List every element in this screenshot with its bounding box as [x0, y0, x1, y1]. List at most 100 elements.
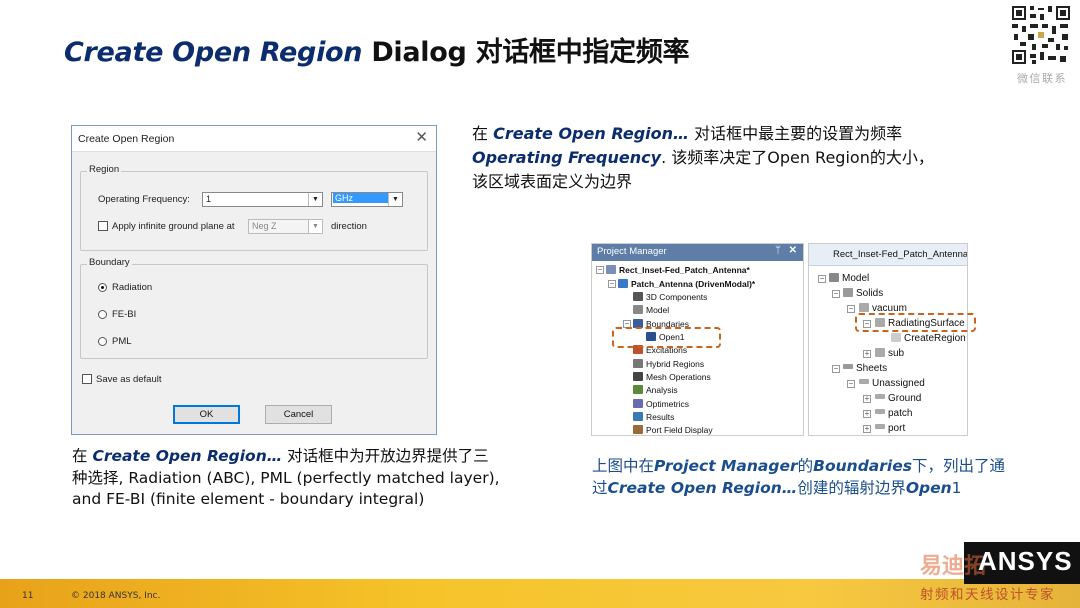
text-right-p3: 的 [797, 457, 814, 475]
text-left-p1: 在 [72, 447, 93, 465]
tree-item-port[interactable]: port [875, 422, 905, 435]
tree-item-optimetrics[interactable]: Optimetrics [633, 398, 689, 411]
ok-button[interactable]: OK [173, 405, 240, 424]
model-tree-panel: Rect_Inset-Fed_Patch_Antenna − Model − S… [808, 243, 968, 436]
tree-item-patch[interactable]: patch [875, 407, 912, 421]
cancel-button[interactable]: Cancel [265, 405, 332, 424]
tree-item-model-root[interactable]: Model [829, 272, 869, 286]
tree-item-label: Model [646, 305, 670, 315]
tree-item-label: Hybrid Regions [646, 359, 705, 369]
tree-item-label: Patch_Antenna (DrivenModal)* [631, 279, 756, 289]
chevron-down-icon[interactable]: ▼ [388, 193, 402, 206]
expand-icon[interactable]: + [863, 395, 871, 403]
tree-item-unassigned[interactable]: Unassigned [859, 377, 925, 391]
direction-label: direction [331, 221, 367, 232]
tree-item-label: Port Field Display [646, 425, 713, 435]
tree-item-label: Sheets [856, 363, 888, 374]
boundary-group-label: Boundary [87, 257, 132, 268]
tree-item-model[interactable]: Model [633, 304, 669, 317]
project-manager-title: Project Manager [597, 246, 667, 257]
collapse-icon[interactable]: − [596, 266, 604, 274]
expand-icon[interactable]: + [863, 350, 871, 358]
project-icon [606, 265, 616, 274]
collapse-icon[interactable]: − [608, 280, 616, 288]
text-left-p2: Create Open Region… [92, 447, 283, 465]
text-right-p8: Open [905, 479, 952, 497]
pin-icon[interactable]: ᛘ [775, 245, 781, 256]
frequency-input[interactable]: 1 ▼ [202, 192, 323, 207]
tree-item-label: Optimetrics [646, 399, 689, 409]
tree-item-analysis[interactable]: Analysis [633, 384, 678, 397]
tree-item-label: Analysis [646, 385, 678, 395]
model-icon [633, 305, 643, 314]
tree-item-label: Model [842, 273, 870, 284]
tree-item-label: CreateRegion [904, 333, 966, 344]
tree-item-3d-components[interactable]: 3D Components [633, 291, 707, 304]
tree-item-results[interactable]: Results [633, 411, 674, 424]
radiation-radio[interactable] [98, 283, 107, 292]
region-group-label: Region [87, 164, 122, 175]
tree-item-sub[interactable]: sub [875, 347, 904, 361]
tree-item-port-field-display[interactable]: Port Field Display [633, 424, 713, 435]
fe-bi-radio[interactable] [98, 310, 107, 319]
description-line-2: Operating Frequency. 该频率决定了Open Region的大… [472, 146, 1032, 170]
tree-item-sheets[interactable]: Sheets [843, 362, 887, 376]
model-icon [829, 273, 839, 282]
tree-item-solids[interactable]: Solids [843, 287, 883, 301]
collapse-icon[interactable]: − [832, 290, 840, 298]
tree-item-project[interactable]: Rect_Inset-Fed_Patch_Antenna* [606, 264, 750, 277]
chevron-down-icon[interactable]: ▼ [308, 193, 322, 206]
tree-item-create-region[interactable]: CreateRegion [891, 332, 966, 346]
project-manager-caption: 上图中在Project Manager的Boundaries下，列出了通过Cre… [592, 455, 1012, 499]
operation-icon [891, 333, 901, 342]
tree-item-ground[interactable]: Ground [875, 392, 921, 406]
design-icon [618, 279, 628, 288]
footer-bar [0, 579, 1080, 608]
tree-item-label: Results [646, 412, 675, 422]
ground-plane-checkbox[interactable] [98, 221, 108, 231]
tree-item-hybrid-regions[interactable]: Hybrid Regions [633, 358, 704, 371]
description-line-1: 在 Create Open Region… 对话框中最主要的设置为频率 [472, 122, 1032, 146]
components-icon [633, 292, 643, 301]
text-right-p1: 上图中在 [592, 457, 655, 475]
hybrid-icon [633, 359, 643, 368]
text-right-p7: 创建的辐射边界 [797, 479, 906, 497]
expand-icon[interactable]: + [863, 410, 871, 418]
tree-item-design[interactable]: Patch_Antenna (DrivenModal)* [618, 278, 755, 291]
dialog-title: Create Open Region [78, 133, 175, 145]
frequency-description: 在 Create Open Region… 对话框中最主要的设置为频率 Oper… [472, 122, 1032, 194]
port-field-icon [633, 425, 643, 434]
title-italic: Create Open Region [64, 37, 363, 68]
page-number: 11 [22, 591, 34, 601]
text-right-p2: Project Manager [654, 457, 798, 475]
pml-radio[interactable] [98, 337, 107, 346]
pml-label: PML [112, 336, 132, 347]
radiation-label: Radiation [112, 282, 153, 293]
analysis-icon [633, 385, 643, 394]
frequency-unit-select[interactable]: GHz ▼ [331, 192, 403, 207]
ground-plane-label: Apply infinite ground plane at [112, 221, 235, 232]
expand-icon[interactable]: + [863, 425, 871, 433]
save-default-checkbox[interactable] [82, 374, 92, 384]
ground-direction-select[interactable]: Neg Z ▼ [248, 219, 323, 234]
collapse-icon[interactable]: − [832, 365, 840, 373]
collapse-icon[interactable]: − [847, 380, 855, 388]
slide-title: Create Open Region Dialog 对话框中指定频率 [64, 30, 690, 69]
text-top-p2: Create Open Region… [493, 124, 690, 143]
tree-item-label: Unassigned [872, 378, 925, 389]
text-top-p1: 在 [472, 124, 494, 143]
watermark-text: 射频和天线设计专家 [920, 587, 1055, 603]
tree-item-mesh-operations[interactable]: Mesh Operations [633, 371, 711, 384]
tree-item-label: Rect_Inset-Fed_Patch_Antenna* [619, 265, 750, 275]
sheet-icon [859, 379, 869, 384]
close-icon[interactable]: ✕ [415, 130, 428, 146]
collapse-icon[interactable]: − [818, 275, 826, 283]
close-icon[interactable]: ✕ [789, 245, 797, 256]
create-open-region-dialog: Create Open Region ✕ Region Operating Fr… [71, 125, 437, 435]
solids-icon [843, 288, 853, 297]
sheet-icon [875, 394, 885, 399]
chevron-down-icon: ▼ [308, 220, 322, 233]
results-icon [633, 412, 643, 421]
collapse-icon[interactable]: − [847, 305, 855, 313]
radiating-surface-highlight [855, 313, 976, 332]
